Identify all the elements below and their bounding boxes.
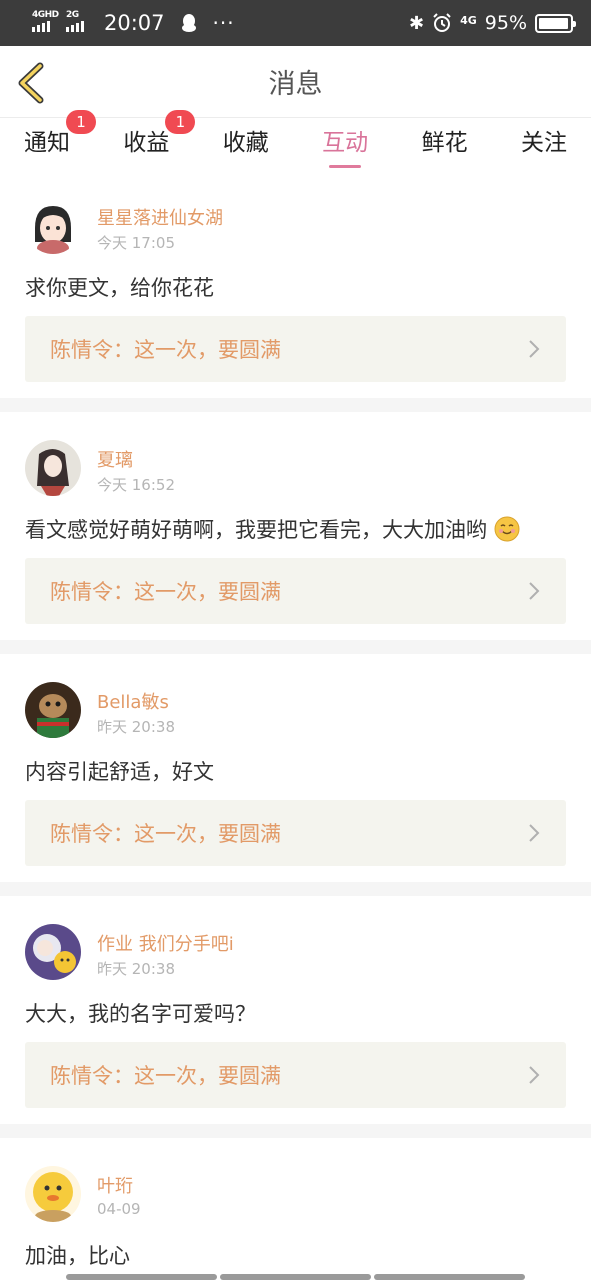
avatar[interactable] — [25, 924, 81, 980]
book-title: 陈情令：这一次，要圆满 — [50, 580, 281, 604]
tab-earnings[interactable]: 收益 1 — [123, 110, 196, 170]
network-label: 4GHD — [32, 10, 59, 20]
comment-time: 昨天 20:38 — [97, 960, 175, 978]
tab-favorites[interactable]: 收藏 — [223, 118, 269, 170]
alarm-icon — [433, 13, 451, 32]
comment-text: 内容引起舒适，好文 — [25, 760, 214, 784]
back-arrow-icon[interactable] — [14, 62, 48, 104]
tab-label: 鲜花 — [421, 130, 468, 156]
comment-text-row: 看文感觉好萌好萌啊，我要把它看完，大大加油哟 — [25, 514, 520, 544]
book-title: 陈情令：这一次，要圆满 — [50, 822, 281, 846]
unread-badge: 1 — [66, 110, 96, 134]
status-right: ✱ 4G 95% — [408, 12, 576, 34]
username[interactable]: 夏璃 — [97, 446, 133, 472]
comment-time: 今天 16:52 — [97, 476, 175, 494]
unread-badge: 1 — [165, 110, 196, 134]
book-link[interactable]: 陈情令：这一次，要圆满 — [25, 1042, 566, 1108]
comment-card: Bella敏s 昨天 20:38 内容引起舒适，好文 陈情令：这一次，要圆满 — [0, 654, 591, 882]
network-4g-signal: 4GHD — [32, 10, 59, 34]
chevron-right-icon — [529, 1066, 540, 1084]
comment-time: 04-09 — [97, 1200, 141, 1218]
status-left: 4GHD 2G 20:07 ··· — [32, 10, 235, 35]
avatar[interactable] — [25, 440, 81, 496]
tab-flowers[interactable]: 鲜花 — [422, 118, 468, 170]
nav-bar: 消息 — [0, 46, 591, 118]
interaction-feed: 星星落进仙女湖 今天 17:05 求你更文，给你花花 陈情令：这一次，要圆满 夏… — [0, 170, 591, 1280]
tab-bar: 通知 1 收益 1 收藏 互动 鲜花 关注 — [0, 110, 591, 170]
tab-label: 通知 — [24, 130, 70, 156]
username[interactable]: Bella敏s — [97, 688, 169, 714]
comment-time: 今天 17:05 — [97, 234, 175, 252]
tab-label: 关注 — [520, 130, 567, 156]
network-2g-signal: 2G — [66, 10, 92, 34]
bluetooth-icon: ✱ — [408, 12, 425, 34]
navigation-gesture-bar — [0, 1274, 591, 1280]
tab-label: 互动 — [322, 130, 369, 156]
avatar[interactable] — [25, 198, 81, 254]
book-link[interactable]: 陈情令：这一次，要圆满 — [25, 316, 566, 382]
username[interactable]: 星星落进仙女湖 — [97, 204, 223, 230]
book-link[interactable]: 陈情令：这一次，要圆满 — [25, 558, 566, 624]
tab-notifications[interactable]: 通知 1 — [24, 110, 96, 170]
signal-bars-icon — [32, 21, 50, 32]
comment-text: 大大，我的名字可爱吗？ — [25, 1002, 256, 1026]
comment-time: 昨天 20:38 — [97, 718, 175, 736]
username[interactable]: 作业 我们分手吧i — [97, 930, 234, 956]
network-label: 2G — [66, 10, 79, 20]
tab-following[interactable]: 关注 — [521, 118, 567, 170]
status-bar: 4GHD 2G 20:07 ··· ✱ 4G 95% — [0, 0, 591, 46]
battery-percent: 95% — [484, 12, 527, 34]
tab-interactions[interactable]: 互动 — [322, 118, 368, 170]
smile-emoji-icon — [494, 516, 520, 542]
battery-icon — [535, 13, 576, 33]
comment-card: 夏璃 今天 16:52 看文感觉好萌好萌啊，我要把它看完，大大加油哟 陈情令：这… — [0, 412, 591, 640]
qq-penguin-icon — [181, 14, 196, 32]
page-title: 消息 — [268, 69, 323, 100]
avatar[interactable] — [25, 682, 81, 738]
chevron-right-icon — [529, 340, 540, 358]
comment-card: 星星落进仙女湖 今天 17:05 求你更文，给你花花 陈情令：这一次，要圆满 — [0, 170, 591, 398]
comment-card: 叶珩 04-09 加油，比心 — [0, 1138, 591, 1280]
comment-text: 求你更文，给你花花 — [25, 276, 214, 300]
chevron-right-icon — [529, 582, 540, 600]
tab-label: 收益 — [123, 130, 170, 156]
avatar[interactable] — [25, 1166, 81, 1222]
comment-text: 看文感觉好萌好萌啊，我要把它看完，大大加油哟 — [25, 518, 487, 542]
chevron-right-icon — [529, 824, 540, 842]
tab-label: 收藏 — [222, 130, 269, 156]
username[interactable]: 叶珩 — [97, 1172, 133, 1198]
book-title: 陈情令：这一次，要圆满 — [50, 338, 281, 362]
book-title: 陈情令：这一次，要圆满 — [50, 1064, 281, 1088]
book-link[interactable]: 陈情令：这一次，要圆满 — [25, 800, 566, 866]
clock: 20:07 — [104, 11, 165, 35]
more-notifications-icon: ··· — [212, 11, 235, 35]
comment-card: 作业 我们分手吧i 昨天 20:38 大大，我的名字可爱吗？ 陈情令：这一次，要… — [0, 896, 591, 1124]
signal-bars-icon — [66, 21, 84, 32]
network-4g-icon: 4G — [460, 13, 477, 27]
comment-text: 加油，比心 — [25, 1244, 130, 1268]
